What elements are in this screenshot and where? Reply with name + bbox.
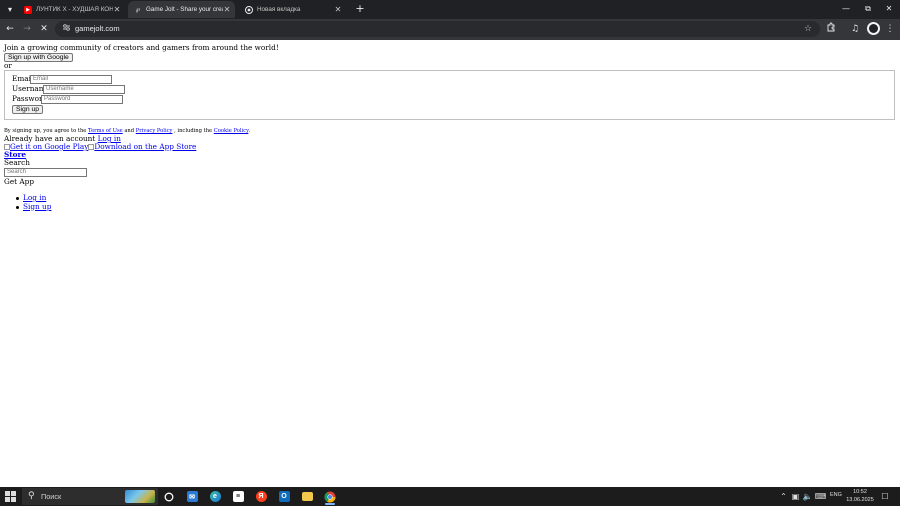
back-arrow-icon[interactable]: ←: [3, 22, 17, 36]
tab-title: Новая вкладка: [257, 6, 301, 13]
taskbar-search-text: Поиск: [41, 492, 62, 501]
tab-close-icon[interactable]: ✕: [113, 5, 121, 14]
username-field[interactable]: Username: [43, 85, 125, 94]
privacy-policy-link[interactable]: Privacy Policy: [136, 128, 173, 134]
site-info-icon[interactable]: [60, 23, 72, 35]
tab-close-icon[interactable]: ✕: [223, 5, 231, 14]
intro-text: Join a growing community of creators and…: [4, 43, 279, 52]
keyboard-icon[interactable]: ⌨: [814, 491, 827, 502]
windows-taskbar: ⚲ Поиск ✉ e ≡ Я O ⌃ ▣ 🔈 ⌨ ENG 10:52 13.0…: [0, 487, 900, 506]
forward-arrow-icon[interactable]: →: [20, 22, 34, 36]
bookmark-star-icon[interactable]: ☆: [802, 22, 814, 36]
search-label: Search: [4, 158, 30, 167]
signup-submit-button[interactable]: Sign up: [12, 105, 44, 114]
volume-icon[interactable]: 🔈: [802, 491, 813, 502]
cortana-circle-icon[interactable]: [161, 489, 177, 504]
nav-signup-link[interactable]: Sign up: [23, 202, 51, 211]
bullet-icon: [16, 205, 19, 209]
get-app-text: Get App: [4, 177, 35, 186]
close-window-icon[interactable]: ✕: [879, 2, 899, 16]
edge-browser-icon[interactable]: e: [207, 489, 223, 504]
notifications-icon[interactable]: ☐: [879, 491, 891, 502]
google-signup-button[interactable]: Sign up with Google: [4, 53, 73, 62]
chrome-logo-icon: [324, 491, 336, 502]
search-highlight-image: [125, 490, 155, 503]
clock-time: 10:52: [853, 489, 867, 495]
tab-new-tab[interactable]: Новая вкладка ✕: [239, 1, 346, 18]
tab-luntik[interactable]: ▶ ЛУНТИК X - ХУДШАЯ КОНЦОВКА ✕: [18, 1, 125, 18]
app-icon-shape: Я: [255, 491, 267, 502]
site-search-input[interactable]: Search: [4, 168, 87, 177]
app-icon-shape: ✉: [186, 491, 198, 502]
list-item: Sign up: [16, 202, 51, 212]
browser-toolbar: ← → ✕ gamejolt.com ☆ ♫ ⋮: [0, 19, 900, 40]
show-hidden-icons-chevron-icon[interactable]: ⌃: [779, 491, 788, 502]
stop-loading-icon[interactable]: ✕: [37, 22, 51, 36]
outlook-app-icon[interactable]: O: [276, 489, 292, 504]
signup-form: Email Email Username Username Password P…: [4, 70, 895, 120]
media-control-icon[interactable]: ♫: [848, 22, 862, 36]
windows-start-icon[interactable]: [5, 491, 16, 502]
app-store-alt: Download on the App Store: [94, 142, 197, 151]
network-icon[interactable]: ▣: [790, 491, 801, 502]
address-bar[interactable]: gamejolt.com ☆: [55, 21, 820, 37]
menu-kebab-icon[interactable]: ⋮: [883, 22, 897, 36]
clock-date: 13.06.2025: [846, 496, 874, 503]
restore-icon[interactable]: ⧉: [858, 2, 878, 16]
gamejolt-icon: ℘: [135, 6, 141, 13]
tab-search-chevron-icon[interactable]: ▾: [3, 3, 17, 16]
url-text[interactable]: gamejolt.com: [75, 24, 120, 33]
browser-tab-bar: ▾ ▶ ЛУНТИК X - ХУДШАЯ КОНЦОВКА ✕ ℘ Game …: [0, 0, 900, 19]
capcut-app-icon[interactable]: ≡: [230, 489, 246, 504]
app-icon-shape: ≡: [232, 491, 244, 502]
chrome-taskbar-icon[interactable]: [322, 489, 338, 505]
nav-list: Log in Sign up: [16, 193, 51, 212]
app-icon-shape: O: [278, 491, 290, 502]
yandex-browser-icon[interactable]: Я: [253, 489, 269, 504]
file-explorer-icon[interactable]: [299, 489, 315, 504]
page-content: Join a growing community of creators and…: [0, 40, 900, 487]
input-language[interactable]: ENG: [830, 492, 842, 498]
terms-and: and: [124, 128, 135, 134]
chrome-icon: [245, 5, 253, 14]
email-field[interactable]: Email: [30, 75, 112, 84]
app-store-links: Get it on Google Play Download on the App…: [4, 142, 196, 152]
mail-app-icon[interactable]: ✉: [184, 489, 200, 504]
password-field[interactable]: Password: [41, 95, 123, 104]
search-icon: ⚲: [28, 491, 35, 501]
terms-including: , including the: [174, 128, 213, 134]
tab-close-icon[interactable]: ✕: [334, 5, 342, 14]
minimize-icon[interactable]: —: [836, 2, 856, 16]
cookie-policy-link[interactable]: Cookie Policy: [214, 128, 249, 134]
extensions-puzzle-icon[interactable]: [824, 22, 838, 36]
app-icon-shape: [301, 492, 313, 501]
new-tab-plus-icon[interactable]: +: [354, 3, 366, 15]
app-icon-shape: e: [209, 491, 221, 502]
terms-suffix: .: [248, 128, 251, 134]
taskbar-search-box[interactable]: ⚲ Поиск: [22, 488, 158, 505]
avatar-image: [869, 24, 878, 33]
profile-avatar[interactable]: [867, 22, 880, 35]
bullet-icon: [16, 197, 19, 200]
youtube-icon: ▶: [24, 5, 32, 14]
app-store-link[interactable]: Download on the App Store: [88, 142, 196, 151]
tab-gamejolt[interactable]: ℘ Game Jolt - Share your creations ✕: [128, 1, 235, 18]
tab-title: ЛУНТИК X - ХУДШАЯ КОНЦОВКА: [36, 6, 113, 13]
tab-title: Game Jolt - Share your creations: [146, 6, 223, 13]
system-clock[interactable]: 10:52 13.06.2025: [843, 489, 877, 504]
